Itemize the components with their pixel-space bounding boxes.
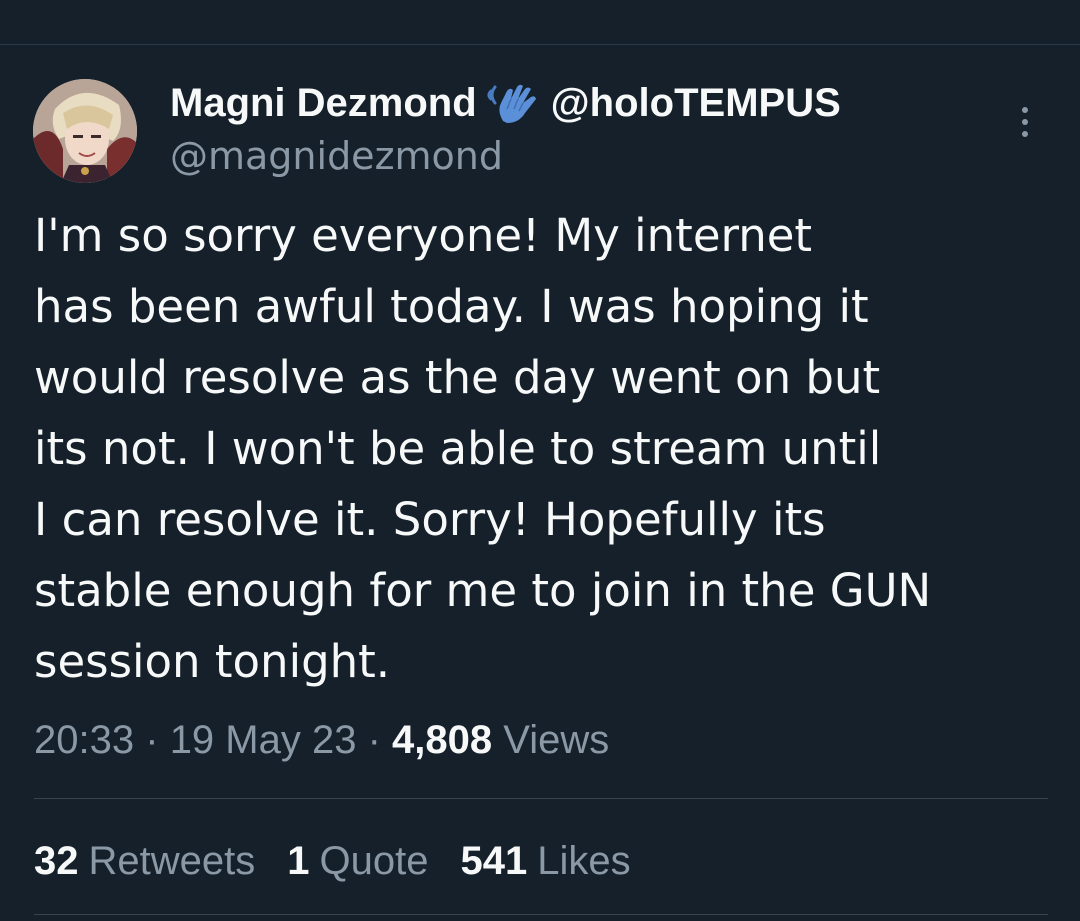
author-name-row[interactable]: Magni Dezmond @holoTEMPUS (170, 76, 841, 130)
meta-separator: · (367, 718, 381, 762)
top-divider (0, 44, 1080, 45)
retweets-stat[interactable]: 32 Retweets (34, 833, 255, 889)
author-display-name[interactable]: Magni Dezmond (170, 81, 477, 126)
avatar-image (33, 79, 137, 183)
engagement-stats: 32 Retweets 1 Quote 541 Likes (34, 833, 663, 889)
tweet-date[interactable]: 19 May 23 (170, 718, 357, 762)
tweet-text: I'm so sorry everyone! My internet has b… (34, 209, 932, 688)
more-options-button[interactable] (1010, 100, 1040, 144)
likes-stat[interactable]: 541 Likes (460, 833, 630, 889)
stats-divider-bottom (34, 914, 1048, 915)
retweets-count: 32 (34, 839, 79, 883)
quotes-label: Quote (319, 839, 429, 883)
retweets-label: Retweets (88, 839, 256, 883)
more-dot-icon (1022, 119, 1028, 125)
likes-label: Likes (537, 839, 631, 883)
tweet-meta: 20:33 · 19 May 23 · 4,808 Views (34, 712, 609, 768)
stats-divider-top (34, 798, 1048, 799)
quotes-stat[interactable]: 1 Quote (287, 833, 428, 889)
quotes-count: 1 (287, 839, 310, 883)
more-dot-icon (1022, 107, 1028, 113)
affiliation-handle[interactable]: @holoTEMPUS (551, 81, 841, 126)
views-count: 4,808 (392, 718, 493, 762)
tweet-time[interactable]: 20:33 (34, 718, 134, 762)
views-label: Views (503, 718, 610, 762)
author-handle[interactable]: @magnidezmond (170, 134, 503, 178)
more-dot-icon (1022, 131, 1028, 137)
likes-count: 541 (460, 839, 528, 883)
avatar[interactable] (33, 79, 137, 183)
waving-hand-icon (485, 81, 541, 125)
meta-separator: · (145, 718, 159, 762)
